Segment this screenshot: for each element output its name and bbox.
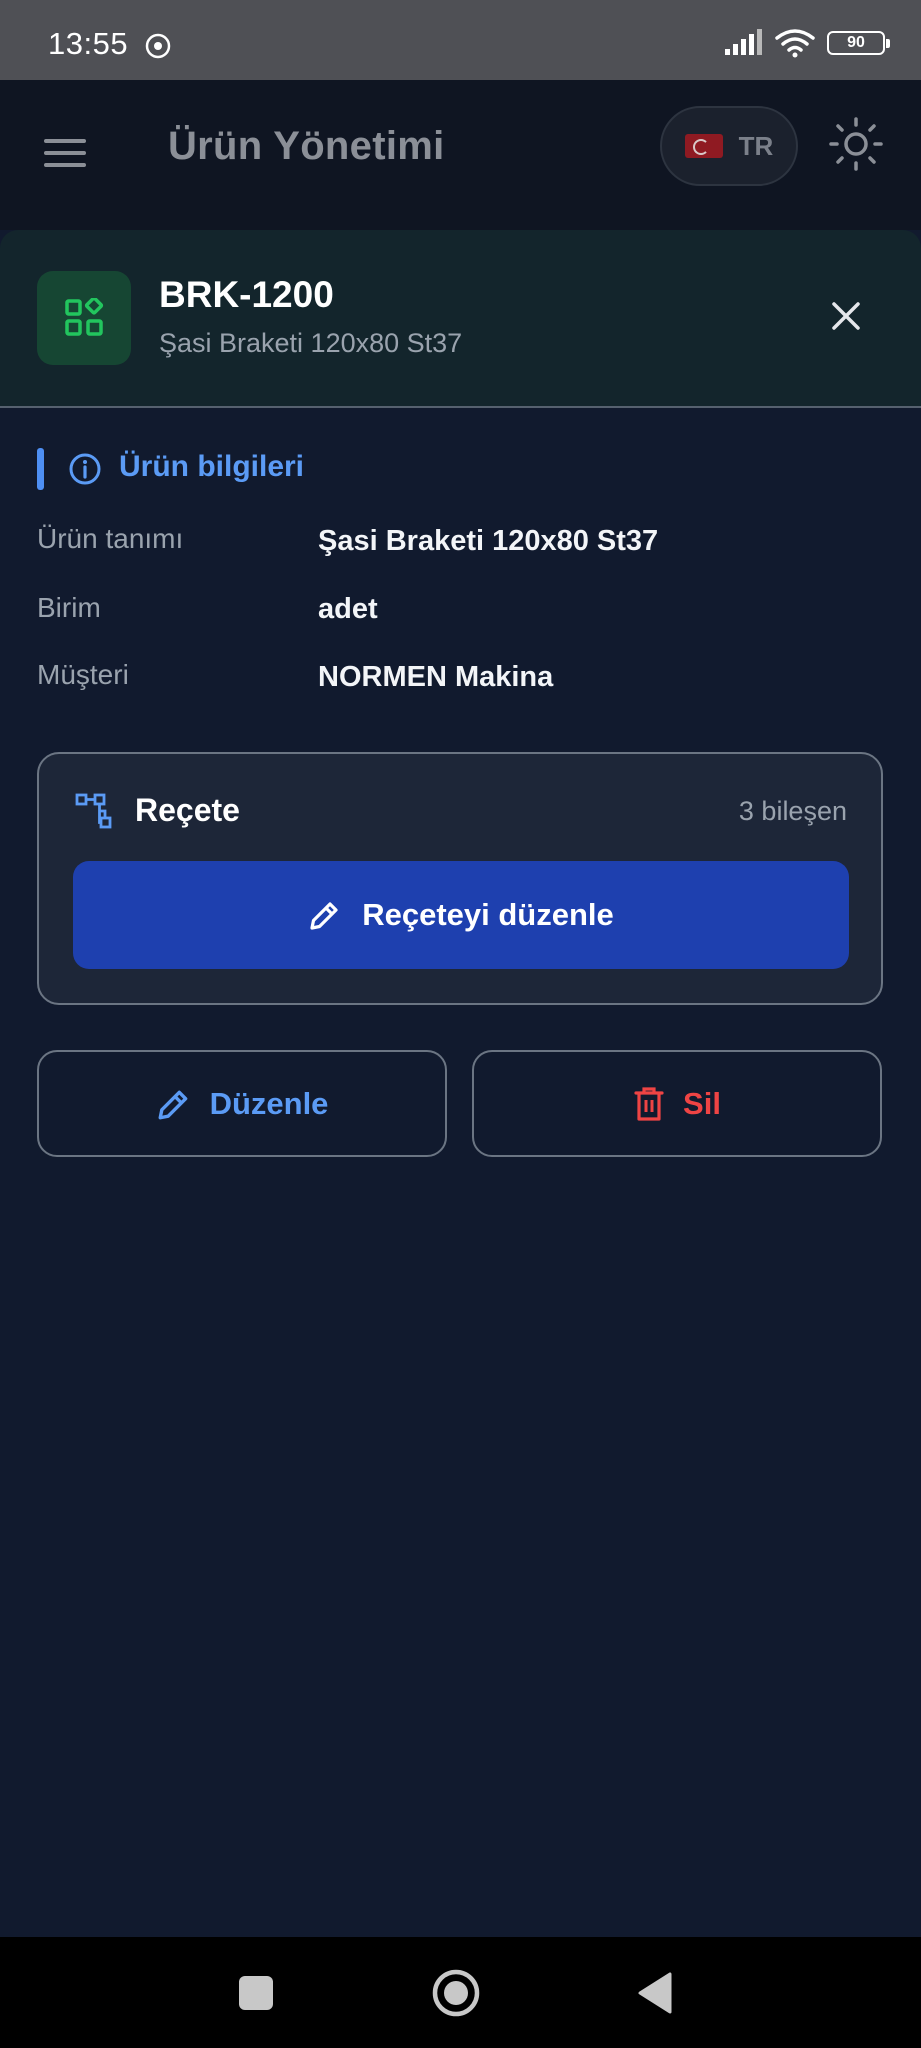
notification-icon bbox=[145, 33, 171, 59]
language-label: TR bbox=[738, 130, 774, 161]
recipe-card: Reçete 3 bileşen Reçeteyi düzenle bbox=[37, 752, 883, 1005]
section-accent-bar bbox=[37, 448, 44, 490]
recipe-component-count: 3 bileşen bbox=[738, 796, 847, 826]
pencil-icon bbox=[158, 1090, 187, 1119]
recent-apps-icon[interactable] bbox=[230, 1967, 282, 2019]
app-bar: Ürün Yönetimi TR bbox=[0, 80, 921, 230]
close-icon[interactable] bbox=[826, 296, 866, 336]
apps-icon bbox=[65, 298, 104, 336]
status-indicators: 90 bbox=[723, 28, 890, 58]
pencil-icon bbox=[310, 902, 338, 930]
back-icon[interactable] bbox=[630, 1967, 682, 2019]
language-selector[interactable]: TR bbox=[660, 106, 798, 186]
info-value-description: Şasi Braketi 120x80 St37 bbox=[318, 525, 659, 557]
edit-recipe-label: Reçeteyi düzenle bbox=[362, 897, 614, 932]
menu-icon[interactable] bbox=[40, 128, 90, 178]
product-avatar bbox=[37, 271, 131, 365]
system-navigation-bar bbox=[0, 1937, 921, 2048]
info-label-description: Ürün tanımı bbox=[37, 523, 184, 554]
section-title: Ürün bilgileri bbox=[119, 450, 305, 483]
delete-button[interactable]: Sil bbox=[472, 1050, 882, 1157]
info-label-unit: Birim bbox=[37, 592, 101, 623]
page-title: Ürün Yönetimi bbox=[168, 124, 445, 168]
recipe-title: Reçete bbox=[135, 792, 240, 828]
info-value-unit: adet bbox=[318, 593, 378, 625]
status-bar: 13:55 90 bbox=[0, 0, 921, 80]
edit-button[interactable]: Düzenle bbox=[37, 1050, 447, 1157]
info-icon bbox=[69, 453, 101, 485]
battery-indicator: 90 bbox=[827, 31, 890, 55]
signal-icon bbox=[725, 29, 762, 55]
edit-recipe-button[interactable]: Reçeteyi düzenle bbox=[73, 861, 849, 969]
home-icon[interactable] bbox=[430, 1967, 482, 2019]
product-subtitle: Şasi Braketi 120x80 St37 bbox=[159, 328, 463, 358]
info-label-customer: Müşteri bbox=[37, 659, 129, 690]
sun-icon[interactable] bbox=[828, 116, 884, 172]
flag-icon bbox=[684, 134, 723, 158]
wifi-icon bbox=[775, 29, 815, 58]
trash-icon bbox=[634, 1086, 664, 1121]
battery-level: 90 bbox=[847, 34, 865, 51]
tree-structure-icon bbox=[75, 793, 112, 829]
info-value-customer: NORMEN Makina bbox=[318, 661, 554, 693]
product-code: BRK-1200 bbox=[159, 274, 334, 315]
edit-label: Düzenle bbox=[209, 1085, 329, 1121]
delete-label: Sil bbox=[683, 1085, 721, 1121]
status-time: 13:55 bbox=[48, 26, 129, 61]
product-detail-header: BRK-1200 Şasi Braketi 120x80 St37 bbox=[0, 230, 921, 408]
